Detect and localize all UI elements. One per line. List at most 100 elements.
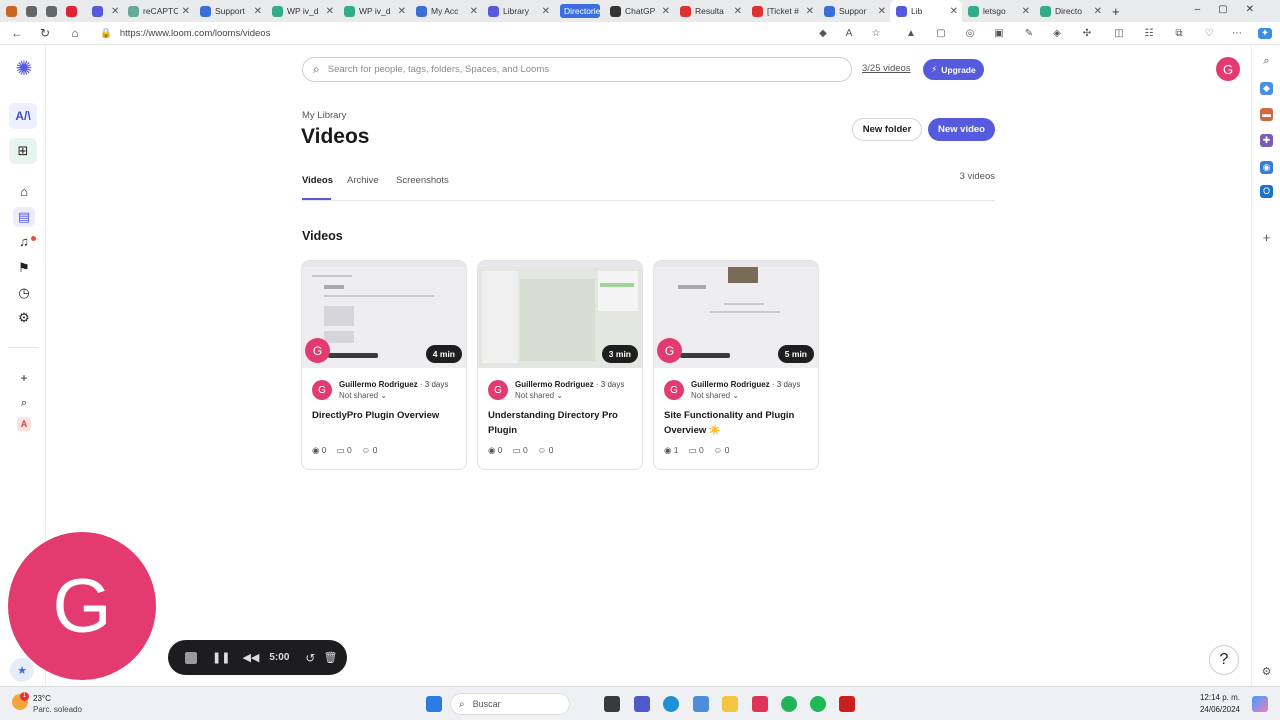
- globe-extension-icon[interactable]: ◎: [963, 28, 977, 39]
- mail-icon[interactable]: [693, 696, 709, 712]
- sidebar-tools-icon[interactable]: ▬: [1260, 108, 1273, 121]
- bookmarks-icon[interactable]: ⚑: [13, 258, 35, 278]
- search-input[interactable]: ⌕ Search for people, tags, folders, Spac…: [302, 57, 852, 82]
- tag-icon[interactable]: ◆: [816, 28, 830, 39]
- close-tab-icon[interactable]: ✕: [111, 6, 119, 17]
- close-tab-icon[interactable]: ✕: [806, 6, 814, 17]
- author-name[interactable]: Guillermo Rodriguez: [339, 380, 418, 389]
- rewind-icon[interactable]: ◀◀: [242, 651, 259, 664]
- slack-icon[interactable]: [752, 696, 768, 712]
- close-tab-icon[interactable]: ✕: [878, 6, 886, 17]
- browser-tab[interactable]: WP iv_d ✕: [338, 0, 410, 22]
- file-explorer-icon[interactable]: [722, 696, 738, 712]
- new-video-button[interactable]: New video: [928, 118, 995, 141]
- browser-tab[interactable]: [Ticket # ✕: [746, 0, 818, 22]
- browser-tab[interactable]: reCAPTC ✕: [122, 0, 194, 22]
- pen-extension-icon[interactable]: ✎: [1022, 28, 1036, 39]
- acrobat-icon[interactable]: [839, 696, 855, 712]
- window-controls[interactable]: –▢✕: [1195, 4, 1272, 15]
- space-badge-a[interactable]: A: [17, 417, 31, 431]
- close-tab-icon[interactable]: ✕: [662, 6, 670, 17]
- home-nav-icon[interactable]: ⌂: [13, 182, 35, 202]
- browser-tab[interactable]: Lib ✕: [890, 0, 962, 22]
- video-title[interactable]: Understanding Directory Pro Plugin: [488, 408, 638, 438]
- whatsapp-icon[interactable]: [781, 696, 797, 712]
- history-icon[interactable]: ◷: [13, 283, 35, 303]
- close-tab-icon[interactable]: ✕: [734, 6, 742, 17]
- gift-icon[interactable]: ⊞: [9, 138, 37, 164]
- video-quota-link[interactable]: 3/25 videos: [862, 63, 911, 74]
- sharing-status[interactable]: Not shared ⌄: [515, 391, 563, 400]
- browser-tab[interactable]: [20, 0, 40, 22]
- extension-icon-3[interactable]: ◈: [1050, 28, 1064, 39]
- workspace-switcher[interactable]: A/\: [9, 103, 37, 129]
- video-card[interactable]: G 5 min G Guillermo Rodriguez · 3 days N…: [653, 260, 819, 470]
- browser-tab[interactable]: WP iv_d ✕: [266, 0, 338, 22]
- windows-start-icon[interactable]: [426, 696, 442, 712]
- video-title[interactable]: Site Functionality and Plugin Overview ☀…: [664, 408, 814, 438]
- more-menu-icon[interactable]: ⋯: [1230, 28, 1244, 39]
- upgrade-button[interactable]: ⚡ Upgrade: [923, 59, 984, 80]
- browser-tab[interactable]: Directo ✕: [1034, 0, 1106, 22]
- browser-tab[interactable]: ChatGP ✕: [604, 0, 674, 22]
- notifications-icon[interactable]: ♫: [13, 232, 35, 252]
- reload-icon[interactable]: ↻: [34, 26, 56, 40]
- trash-icon[interactable]: 🗑: [323, 651, 337, 664]
- tab-screenshots[interactable]: Screenshots: [396, 175, 449, 186]
- browser-tab[interactable]: ✕: [86, 0, 122, 22]
- restart-icon[interactable]: ↺: [305, 651, 315, 665]
- metamask-icon[interactable]: ▲: [904, 28, 918, 39]
- tab-videos[interactable]: Videos: [302, 175, 333, 186]
- browser-tab[interactable]: letsgo ✕: [962, 0, 1034, 22]
- sidebar-add-icon[interactable]: +: [1260, 231, 1273, 244]
- sharing-status[interactable]: Not shared ⌄: [691, 391, 739, 400]
- author-name[interactable]: Guillermo Rodriguez: [515, 380, 594, 389]
- browser-tab[interactable]: Support ✕: [194, 0, 266, 22]
- task-view-icon[interactable]: [604, 696, 620, 712]
- taskbar-search[interactable]: ⌕ Buscar: [450, 693, 570, 715]
- browser-tab[interactable]: [40, 0, 60, 22]
- sidebar-outlook-icon[interactable]: O: [1260, 185, 1273, 198]
- close-tab-icon[interactable]: ✕: [182, 6, 190, 17]
- library-nav-icon[interactable]: ▤: [13, 207, 35, 227]
- url-field[interactable]: 🔒 https://www.loom.com/looms/videos: [100, 25, 820, 42]
- video-thumbnail[interactable]: G 4 min: [302, 261, 466, 368]
- sharing-status[interactable]: Not shared ⌄: [339, 391, 387, 400]
- rewards-star-icon[interactable]: ★: [10, 658, 34, 682]
- browser-tab[interactable]: Library ✕: [482, 0, 554, 22]
- browser-tab[interactable]: My Acc ✕: [410, 0, 482, 22]
- user-avatar[interactable]: G: [1216, 57, 1240, 81]
- video-thumbnail[interactable]: 3 min: [478, 261, 642, 368]
- video-card[interactable]: G 4 min G Guillermo Rodriguez · 3 days N…: [301, 260, 467, 470]
- sidebar-search-icon[interactable]: ⌕: [1260, 55, 1273, 68]
- browser-tab[interactable]: Directories: [554, 0, 604, 22]
- sidebar-tag-icon[interactable]: ◆: [1260, 82, 1273, 95]
- stop-recording-icon[interactable]: [185, 651, 197, 664]
- puzzle-extensions-icon[interactable]: ✣: [1080, 28, 1094, 39]
- settings-gear-icon[interactable]: ⚙: [13, 308, 35, 328]
- video-thumbnail[interactable]: G 5 min: [654, 261, 818, 368]
- spotify-icon[interactable]: [810, 696, 826, 712]
- browser-tab[interactable]: [0, 0, 20, 22]
- close-tab-icon[interactable]: ✕: [254, 6, 262, 17]
- copilot-icon[interactable]: ✦: [1258, 28, 1272, 39]
- collections-icon[interactable]: ⧉: [1172, 28, 1186, 39]
- edge-icon[interactable]: [663, 696, 679, 712]
- search-nav-icon[interactable]: ⌕: [13, 393, 35, 413]
- extension-icon[interactable]: ▢: [934, 28, 948, 39]
- browser-tab[interactable]: Resulta ✕: [674, 0, 746, 22]
- browser-tab[interactable]: ✕: [60, 0, 86, 22]
- close-tab-icon[interactable]: ✕: [470, 6, 478, 17]
- add-icon[interactable]: +: [13, 368, 35, 388]
- extension-icon-2[interactable]: ▣: [992, 28, 1006, 39]
- breadcrumb[interactable]: My Library: [302, 110, 346, 121]
- help-button[interactable]: ?: [1209, 645, 1239, 675]
- author-name[interactable]: Guillermo Rodriguez: [691, 380, 770, 389]
- close-tab-icon[interactable]: ✕: [1094, 6, 1102, 17]
- browser-essentials-icon[interactable]: ♡: [1202, 28, 1216, 39]
- loom-logo-icon[interactable]: ✺: [13, 59, 35, 79]
- pause-icon[interactable]: ❚❚: [212, 651, 230, 664]
- split-screen-icon[interactable]: ◫: [1112, 28, 1126, 39]
- close-tab-icon[interactable]: ✕: [398, 6, 406, 17]
- video-title[interactable]: DirectlyPro Plugin Overview: [312, 408, 462, 423]
